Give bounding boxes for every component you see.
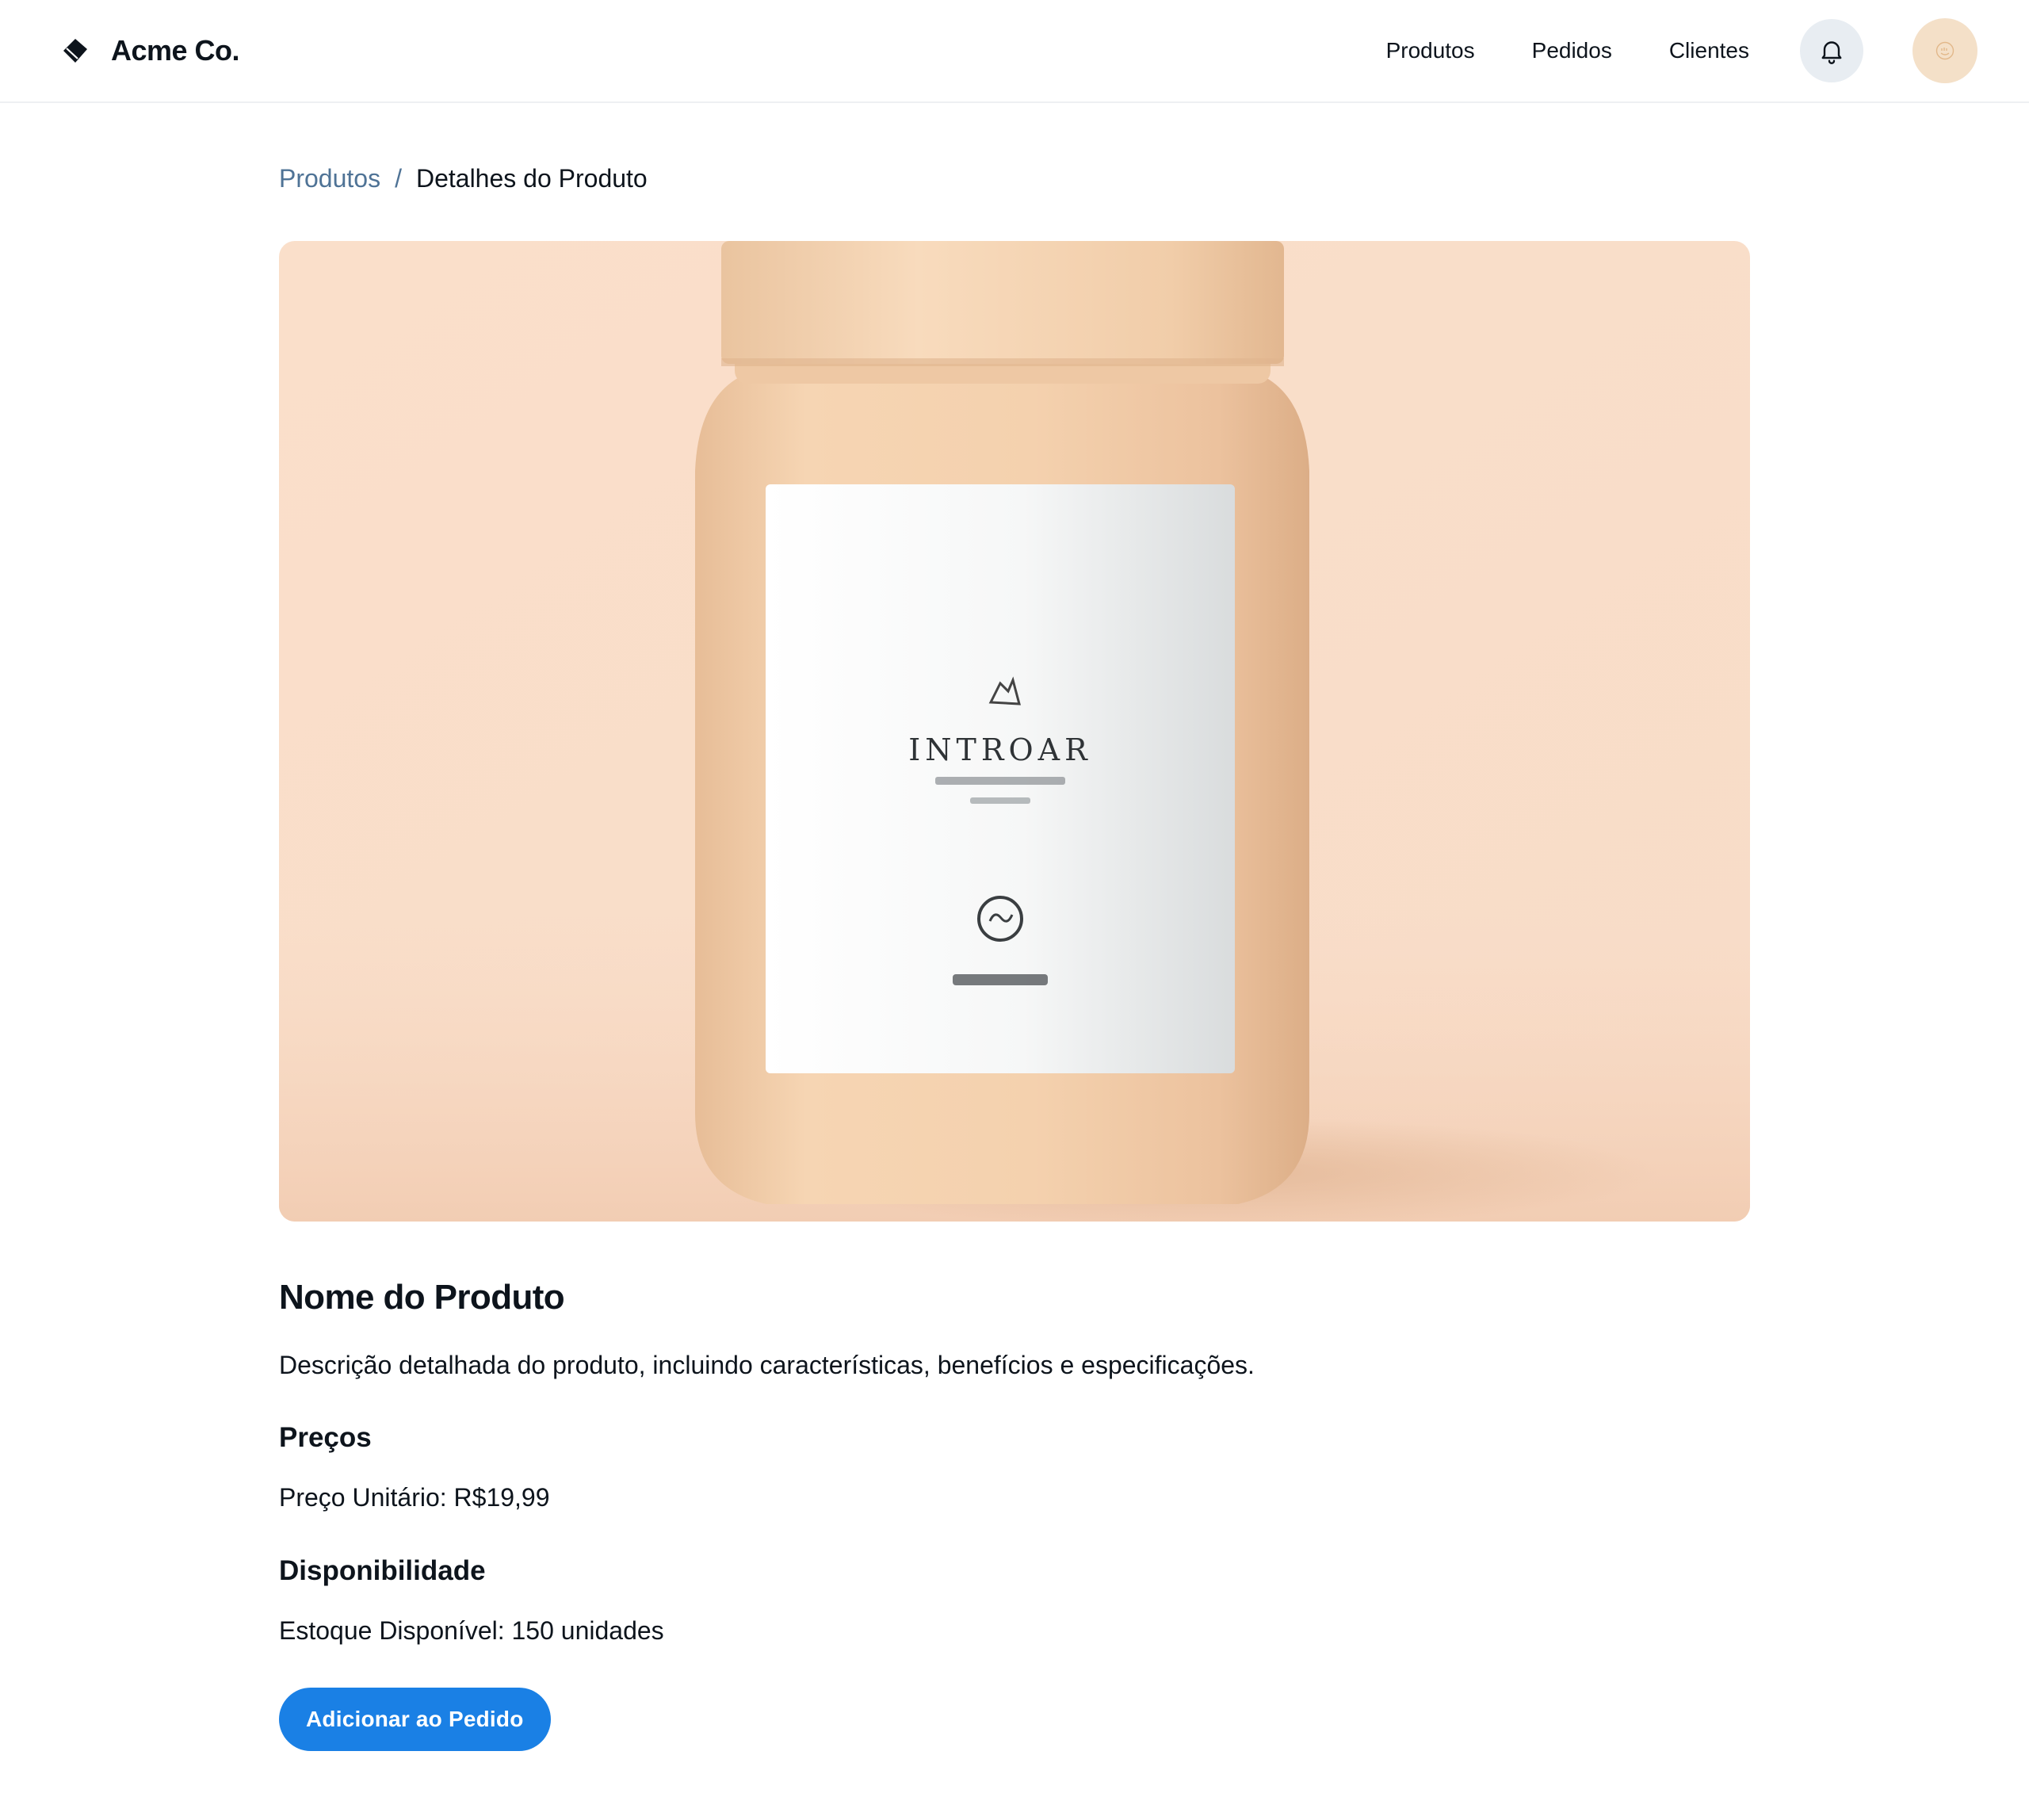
pricing-title: Preços bbox=[279, 1422, 372, 1454]
breadcrumb-separator: / bbox=[395, 163, 402, 193]
nav-link-clientes[interactable]: Clientes bbox=[1669, 38, 1749, 63]
availability-title: Disponibilidade bbox=[279, 1554, 486, 1586]
bell-icon bbox=[1821, 41, 1842, 64]
stock-available: Estoque Disponível: 150 unidades bbox=[279, 1615, 664, 1645]
add-to-order-button[interactable]: Adicionar ao Pedido bbox=[279, 1687, 551, 1751]
user-avatar-icon bbox=[1935, 41, 1954, 60]
top-header: Acme Co. Produtos Pedidos Clientes bbox=[0, 0, 2029, 103]
product-details-page: Produtos / Detalhes do Produto INTROAR N… bbox=[279, 103, 1750, 1751]
unit-price: Preço Unitário: R$19,99 bbox=[279, 1483, 550, 1512]
product-description: Descrição detalhada do produto, incluind… bbox=[279, 1350, 1255, 1379]
nav-link-produtos[interactable]: Produtos bbox=[1386, 38, 1475, 63]
main-nav: Produtos Pedidos Clientes bbox=[1386, 18, 1977, 83]
jar-label-text: INTROAR bbox=[908, 732, 1091, 767]
diamond-logo-icon bbox=[63, 39, 87, 63]
nav-link-pedidos[interactable]: Pedidos bbox=[1532, 38, 1612, 63]
breadcrumb-current: Detalhes do Produto bbox=[415, 163, 648, 193]
brand-link[interactable]: Acme Co. bbox=[62, 34, 240, 67]
breadcrumb-link-produtos[interactable]: Produtos bbox=[279, 164, 380, 193]
notifications-button[interactable] bbox=[1800, 19, 1863, 82]
breadcrumb: Produtos / Detalhes do Produto bbox=[279, 162, 1750, 194]
product-title: Nome do Produto bbox=[279, 1278, 565, 1317]
product-image: INTROAR bbox=[279, 241, 1750, 1222]
brand-name: Acme Co. bbox=[111, 34, 240, 67]
user-avatar[interactable] bbox=[1912, 18, 1977, 83]
